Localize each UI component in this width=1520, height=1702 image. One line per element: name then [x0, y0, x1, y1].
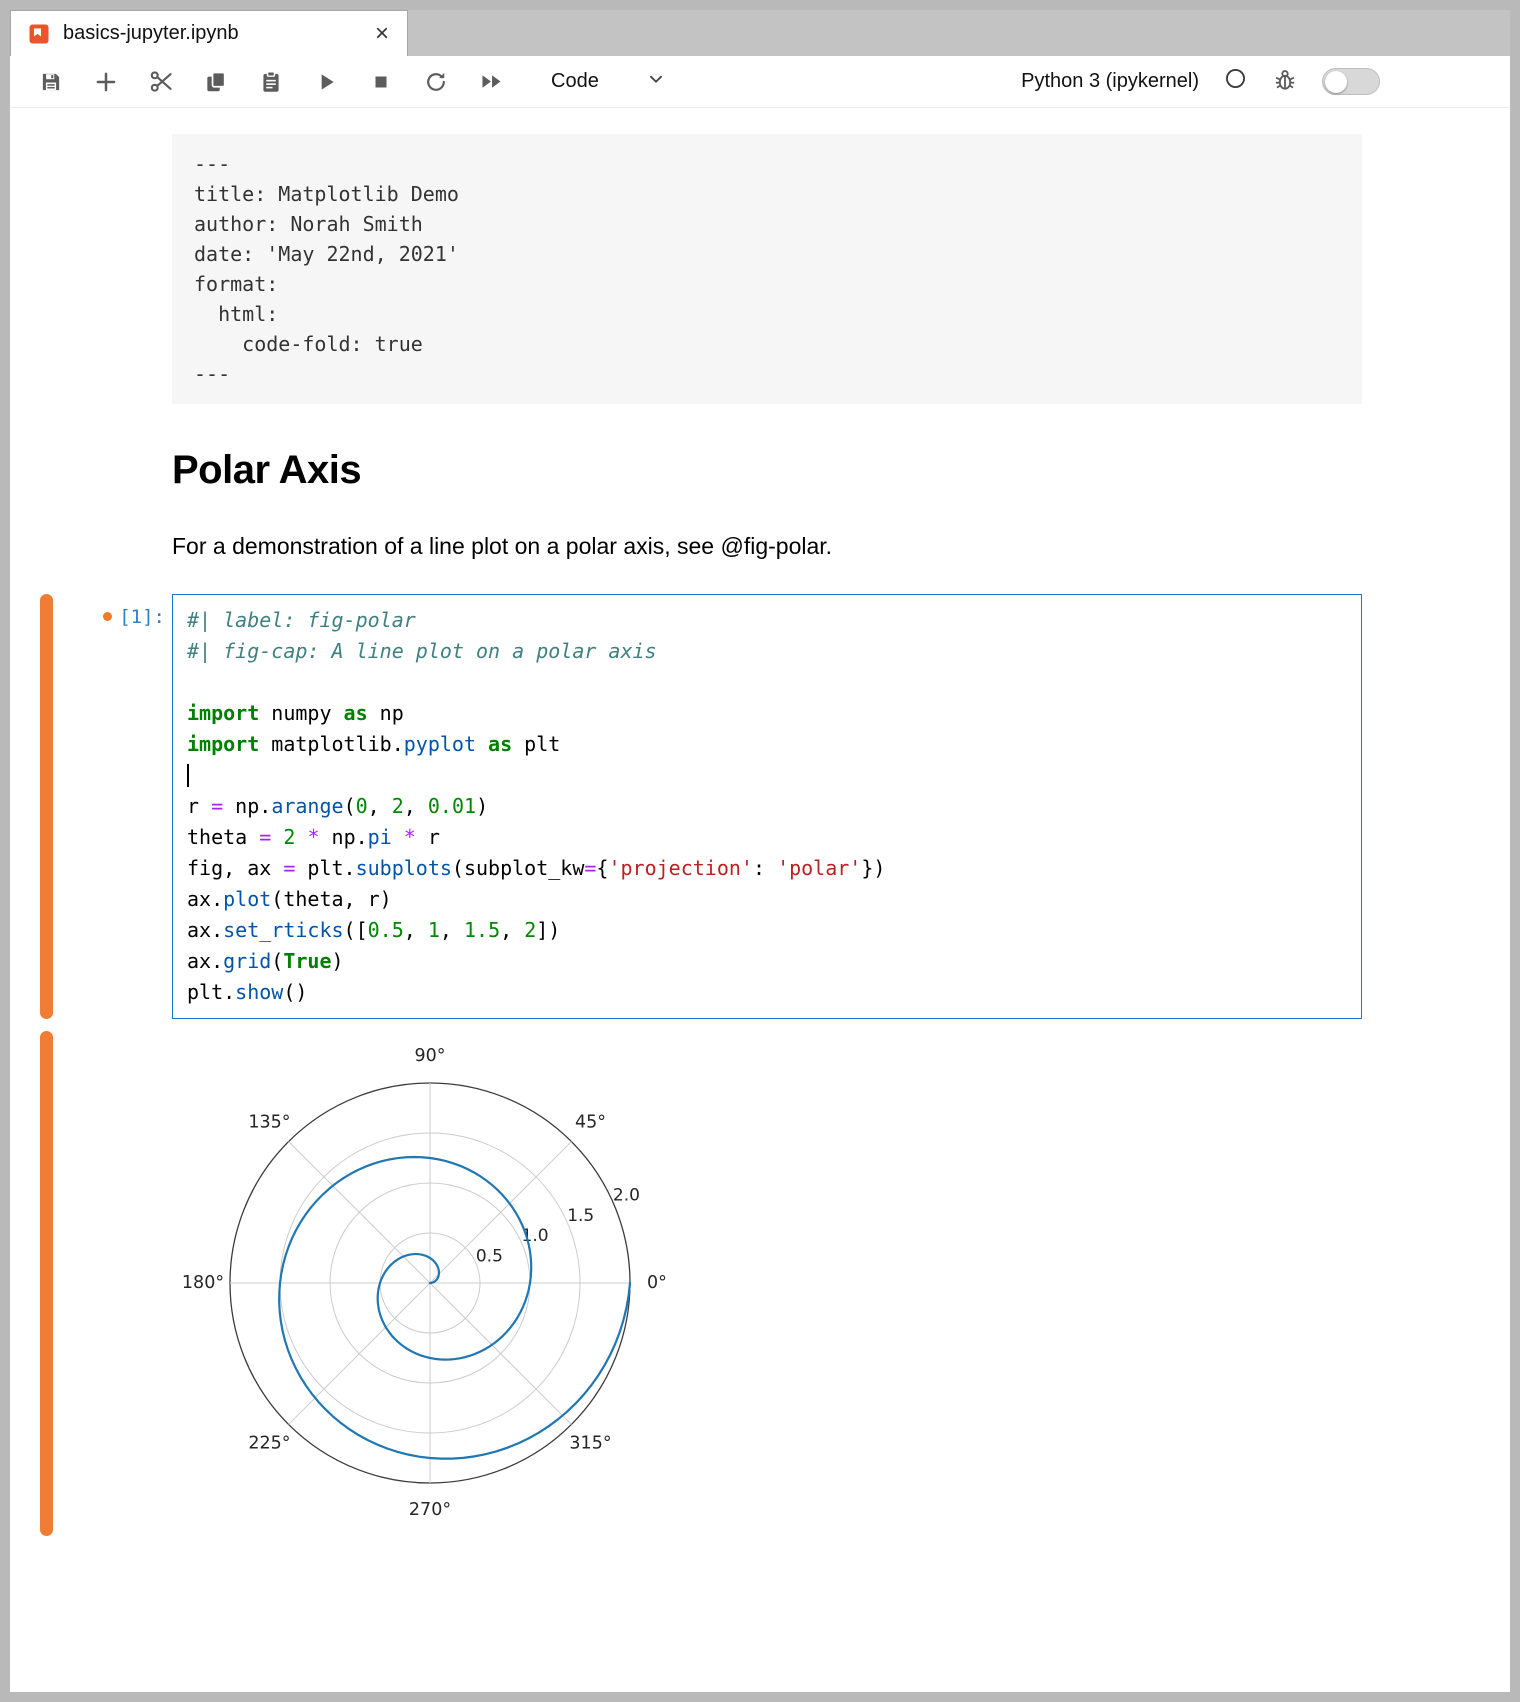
notebook-toolbar: Code Python 3 (ipykernel)	[10, 56, 1510, 108]
modified-dot-icon	[103, 612, 112, 621]
polar-plot-figure: 0°45°90°135°180°225°270°315°0.51.01.52.0	[180, 1031, 1362, 1536]
code-editor[interactable]: #| label: fig-polar#| fig-cap: A line pl…	[172, 594, 1362, 1019]
cell-prompt-empty	[53, 134, 172, 404]
toggle-knob	[1325, 71, 1347, 93]
run-all-cells-button[interactable]	[470, 62, 512, 102]
kernel-name[interactable]: Python 3 (ipykernel)	[1021, 70, 1199, 93]
svg-text:315°: 315°	[569, 1434, 611, 1454]
plus-icon	[93, 69, 119, 95]
stop-icon	[369, 70, 393, 94]
svg-text:135°: 135°	[248, 1112, 290, 1132]
notebook-icon	[27, 22, 51, 46]
notebook-panel: ---title: Matplotlib Demoauthor: Norah S…	[10, 108, 1510, 1576]
restart-kernel-button[interactable]	[415, 62, 457, 102]
save-button[interactable]	[30, 62, 72, 102]
paste-cell-button[interactable]	[250, 62, 292, 102]
copy-cell-button[interactable]	[195, 62, 237, 102]
cut-cell-button[interactable]	[140, 62, 182, 102]
output-area: 0°45°90°135°180°225°270°315°0.51.01.52.0	[10, 1031, 1510, 1536]
svg-text:0°: 0°	[647, 1273, 667, 1293]
code-cell: [1]: #| label: fig-polar#| fig-cap: A li…	[10, 594, 1510, 1019]
markdown-cell-yaml: ---title: Matplotlib Demoauthor: Norah S…	[10, 134, 1510, 404]
paste-icon	[258, 69, 284, 95]
tab-bar: basics-jupyter.ipynb ×	[10, 10, 1510, 56]
svg-text:270°: 270°	[409, 1500, 451, 1520]
cell-collapser	[40, 404, 53, 560]
chevron-down-icon	[645, 68, 667, 96]
svg-text:225°: 225°	[248, 1434, 290, 1454]
yaml-frontmatter-block[interactable]: ---title: Matplotlib Demoauthor: Norah S…	[172, 134, 1362, 404]
scissors-icon	[148, 68, 175, 95]
debugger-button[interactable]	[1272, 66, 1298, 98]
markdown-paragraph: For a demonstration of a line plot on a …	[172, 533, 1362, 560]
copy-icon	[203, 69, 229, 95]
restart-kernel-icon	[423, 69, 449, 95]
run-icon	[313, 69, 339, 95]
svg-text:1.5: 1.5	[567, 1206, 594, 1226]
svg-text:2.0: 2.0	[613, 1186, 640, 1206]
save-icon	[38, 69, 64, 95]
svg-text:0.5: 0.5	[476, 1247, 503, 1267]
interrupt-kernel-button[interactable]	[360, 62, 402, 102]
page-title: Polar Axis	[172, 448, 1362, 493]
cell-collapser	[40, 134, 53, 404]
kernel-status-icon	[1223, 66, 1248, 97]
tab-title: basics-jupyter.ipynb	[63, 22, 373, 45]
svg-text:180°: 180°	[182, 1273, 224, 1293]
markdown-cell-heading: Polar Axis For a demonstration of a line…	[10, 404, 1510, 560]
output-prompt-empty	[53, 1031, 172, 1536]
polar-plot-svg: 0°45°90°135°180°225°270°315°0.51.01.52.0	[180, 1031, 680, 1536]
run-all-icon	[478, 68, 505, 95]
svg-text:90°: 90°	[414, 1046, 445, 1066]
svg-text:45°: 45°	[575, 1112, 606, 1132]
execution-prompt: [1]:	[53, 594, 172, 1019]
input-collapser[interactable]	[40, 594, 53, 1019]
execution-count: [1]:	[119, 606, 165, 628]
cell-type-value: Code	[551, 70, 599, 93]
cell-prompt-empty	[53, 404, 172, 560]
notebook-tab[interactable]: basics-jupyter.ipynb ×	[10, 10, 408, 56]
jupyterlab-window: basics-jupyter.ipynb ×	[10, 10, 1510, 1692]
cell-type-dropdown[interactable]: Code	[551, 68, 667, 96]
tab-close-icon[interactable]: ×	[373, 22, 391, 46]
add-cell-button[interactable]	[85, 62, 127, 102]
toolbar-right: Python 3 (ipykernel)	[1021, 66, 1510, 98]
toggle-switch[interactable]	[1322, 68, 1380, 95]
output-collapser[interactable]	[40, 1031, 53, 1536]
run-cell-button[interactable]	[305, 62, 347, 102]
